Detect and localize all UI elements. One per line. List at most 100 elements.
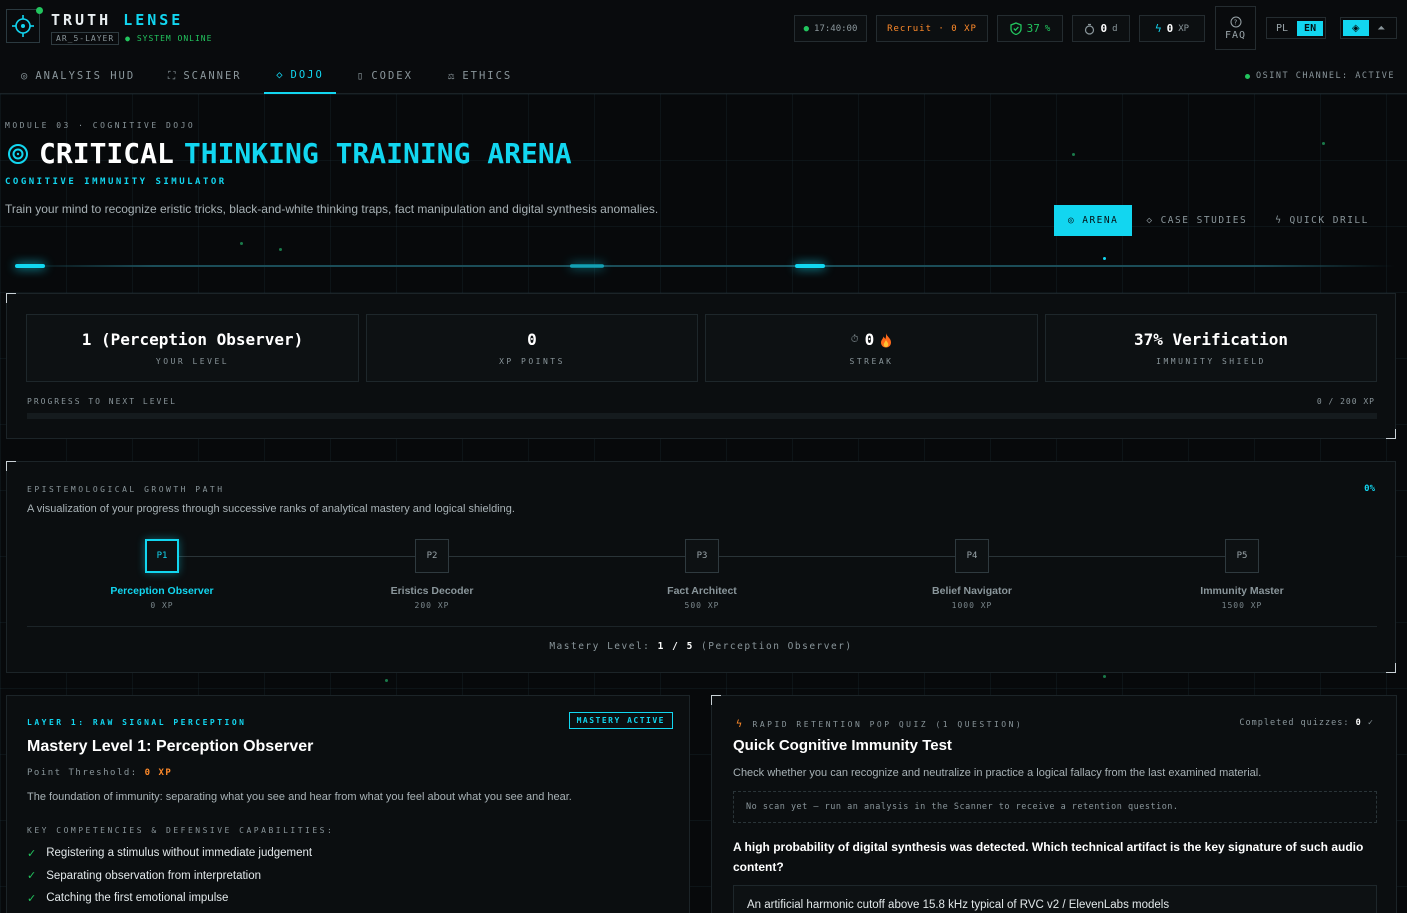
mode-tabs: ◎ ARENA ◇ CASE STUDIES ϟ QUICK DRILL [1054, 205, 1383, 236]
corner-bracket [1386, 663, 1396, 673]
competency-text: Catching the first emotional impulse [46, 892, 229, 905]
view-mode-switch: ◈ ⏶ [1340, 17, 1397, 39]
rank-node-p5[interactable]: P5 Immunity Master 1500 XP [1127, 539, 1357, 610]
stat-level-label: YOUR LEVEL [155, 357, 230, 366]
stat-streak-label: STREAK [849, 357, 894, 366]
mastery-current: 1 [657, 641, 665, 652]
rank-node-xp: 1500 XP [1221, 601, 1263, 610]
rank-pill[interactable]: Recruit · 0 XP [876, 15, 988, 42]
brand-name-part2: LENSE [123, 11, 184, 29]
tab-case-studies-label: CASE STUDIES [1160, 215, 1248, 226]
lang-option-en[interactable]: EN [1297, 20, 1324, 36]
quiz-kicker: ϟ RAPID RETENTION POP QUIZ (1 QUESTION) [736, 719, 1023, 730]
stat-shield-value: 37% Verification [1133, 330, 1289, 349]
quiz-option-text: An artificial harmonic cutoff above 15.8… [747, 899, 1170, 911]
quiz-option[interactable]: An artificial harmonic cutoff above 15.8… [733, 885, 1377, 913]
competency-text: Registering a stimulus without immediate… [46, 847, 313, 860]
tab-quick-drill[interactable]: ϟ QUICK DRILL [1261, 205, 1383, 236]
point-threshold: Point Threshold: 0 XP [27, 768, 172, 778]
competency-item: ✓ Catching the first emotional impulse [27, 887, 312, 910]
competencies-list: ✓ Registering a stimulus without immediat… [27, 842, 312, 910]
divider-glow [795, 264, 825, 268]
bolt-icon: ϟ [1275, 215, 1283, 226]
rank-node-code: P5 [1225, 539, 1259, 573]
stat-shield-label: IMMUNITY SHIELD [1156, 357, 1266, 366]
rank-node-p1[interactable]: P1 Perception Observer 0 XP [47, 539, 277, 610]
page-title-part2: THINKING TRAINING ARENA [183, 137, 572, 170]
rank-node-name: Immunity Master [1200, 585, 1284, 597]
stat-level-value: 1 (Perception Observer) [81, 330, 304, 349]
bolt-icon: ϟ [736, 719, 745, 730]
hero-divider [15, 265, 1395, 267]
streak-pill[interactable]: 0 d [1072, 15, 1130, 42]
completed-quizzes: Completed quizzes: 0 ✓ [1239, 718, 1374, 728]
divider [27, 626, 1377, 627]
nav-ethics[interactable]: ⚖ ETHICS [448, 58, 512, 94]
mastery-total: 5 [686, 641, 694, 652]
rank-node-p2[interactable]: P2 Eristics Decoder 200 XP [317, 539, 547, 610]
corner-bracket [711, 695, 721, 705]
flame-icon [881, 332, 892, 347]
faq-button[interactable]: ? FAQ [1215, 6, 1256, 50]
divider-glow [570, 264, 604, 268]
growth-path-title: EPISTEMOLOGICAL GROWTH PATH [27, 485, 225, 494]
mastery-prefix: Mastery Level: [549, 641, 651, 652]
nav-analysis-hud[interactable]: ◎ ANALYSIS HUD [21, 58, 135, 94]
rank-node-p3[interactable]: P3 Fact Architect 500 XP [587, 539, 817, 610]
nav-dojo-label: DOJO [290, 69, 324, 81]
system-status: ● SYSTEM ONLINE [125, 34, 213, 43]
divider-glow [15, 264, 45, 268]
terrain-mode-icon[interactable]: ⏶ [1369, 20, 1395, 36]
competency-item: ✓ Separating observation from interpretat… [27, 865, 312, 888]
completed-quizzes-value: 0 [1355, 718, 1362, 728]
page-title: CRITICAL THINKING TRAINING ARENA [7, 137, 572, 170]
nav-analysis-hud-label: ANALYSIS HUD [35, 70, 136, 82]
target-icon [8, 143, 28, 164]
point-threshold-value: 0 XP [144, 768, 173, 778]
progress-label: PROGRESS TO NEXT LEVEL [27, 397, 177, 406]
stat-streak-value-row: ⏱ 0 [851, 330, 892, 349]
growth-path-description: A visualization of your progress through… [27, 503, 515, 515]
rank-node-name: Eristics Decoder [390, 585, 474, 597]
rank-node-p4[interactable]: P4 Belief Navigator 1000 XP [857, 539, 1087, 610]
nav-scanner[interactable]: ⛶ SCANNER [168, 58, 242, 94]
layers-icon: ◇ [1146, 215, 1154, 226]
tab-case-studies[interactable]: ◇ CASE STUDIES [1132, 205, 1261, 236]
particle [385, 679, 388, 682]
help-circle-icon: ? [1230, 16, 1241, 27]
check-icon: ✓ [1367, 718, 1374, 728]
timer-icon: ⏱ [850, 334, 859, 345]
corner-bracket [1386, 429, 1396, 439]
lang-option-pl[interactable]: PL [1269, 21, 1295, 36]
no-scan-notice: No scan yet — run an analysis in the Sca… [733, 791, 1377, 823]
target-icon: ◎ [21, 70, 30, 82]
target-mode-icon[interactable]: ◈ [1343, 20, 1369, 36]
brand-subline: AR_5-LAYER ● SYSTEM ONLINE [51, 32, 212, 45]
logo[interactable] [6, 9, 40, 43]
shield-pill[interactable]: 37 % [997, 15, 1063, 42]
nav-ethics-label: ETHICS [462, 70, 513, 82]
nav-codex-label: CODEX [371, 70, 413, 82]
page-title-part1: CRITICAL [39, 137, 174, 170]
competency-item: ✓ Registering a stimulus without immediat… [27, 842, 312, 865]
point-threshold-label: Point Threshold: [27, 768, 138, 778]
module-label: MODULE 03 · COGNITIVE DOJO [5, 121, 196, 130]
xp-pill[interactable]: ϟ 0 XP [1139, 15, 1205, 42]
shield-unit: % [1044, 23, 1051, 34]
progress-bar [27, 413, 1377, 419]
stat-xp-label: XP POINTS [499, 357, 565, 366]
particle [279, 248, 282, 251]
rank-node-code: P1 [145, 539, 179, 573]
streak-value: 0 [1100, 22, 1108, 35]
page-description: Train your mind to recognize eristic tri… [5, 202, 659, 216]
svg-text:?: ? [1233, 18, 1238, 26]
particle [1103, 675, 1106, 678]
clock-time: 17:40:00 [814, 23, 858, 34]
nav-codex[interactable]: ▯ CODEX [357, 58, 413, 94]
quiz-title: Quick Cognitive Immunity Test [733, 737, 952, 754]
completed-quizzes-label: Completed quizzes: [1239, 718, 1350, 728]
rank-node-xp: 1000 XP [951, 601, 993, 610]
system-status-text: SYSTEM ONLINE [136, 34, 213, 43]
nav-dojo[interactable]: ◇ DOJO [264, 58, 336, 94]
tab-arena[interactable]: ◎ ARENA [1054, 205, 1133, 236]
